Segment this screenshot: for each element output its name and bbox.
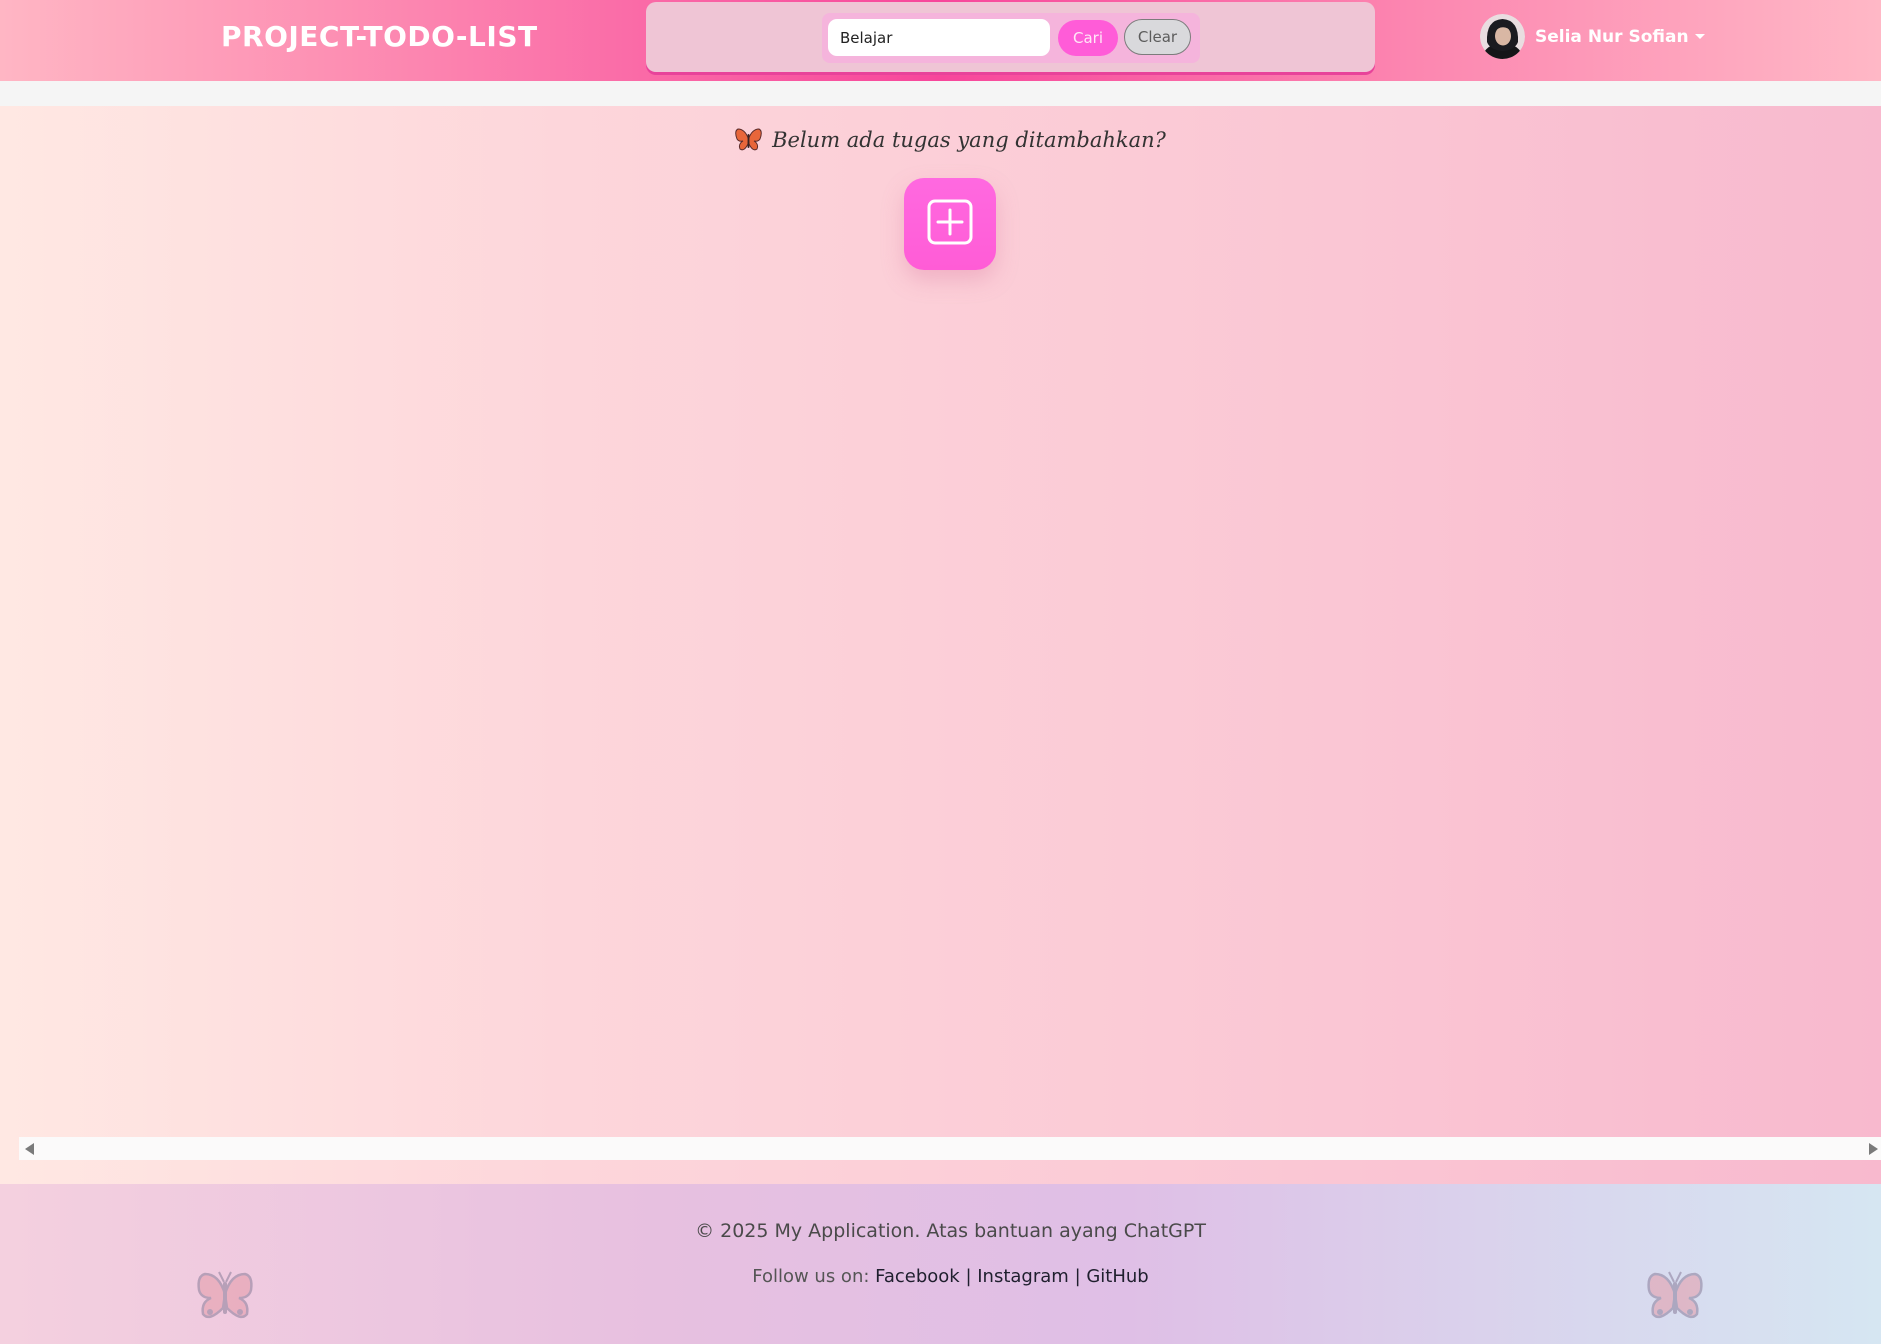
horizontal-scrollbar[interactable] (19, 1137, 1881, 1160)
search-button[interactable]: Cari (1058, 20, 1118, 56)
butterfly-icon (195, 1268, 255, 1328)
brand-title[interactable]: PROJECT-TODO-LIST (221, 17, 538, 57)
caret-down-icon (1694, 34, 1705, 39)
user-menu-toggle[interactable]: Selia Nur Sofian (1480, 14, 1705, 59)
social-links: Follow us on: Facebook | Instagram | Git… (0, 1266, 1881, 1287)
plus-square-icon (926, 198, 974, 250)
facebook-link[interactable]: Facebook (875, 1266, 960, 1287)
main-content: Belum ada tugas yang ditambahkan? (0, 106, 1881, 1184)
butterfly-icon (735, 128, 762, 152)
search-panel: Cari Clear (646, 2, 1375, 72)
butterfly-icon (1645, 1268, 1705, 1328)
empty-state-message: Belum ada tugas yang ditambahkan? (0, 128, 1881, 152)
scroll-right-icon[interactable] (1869, 1143, 1878, 1155)
link-separator: | (965, 1266, 978, 1287)
footer: © 2025 My Application. Atas bantuan ayan… (0, 1184, 1881, 1344)
search-form: Cari Clear (822, 13, 1200, 63)
scroll-left-icon[interactable] (25, 1143, 34, 1155)
copyright-text: © 2025 My Application. Atas bantuan ayan… (695, 1220, 1206, 1242)
empty-state-text: Belum ada tugas yang ditambahkan? (772, 128, 1166, 152)
add-task-button[interactable] (904, 178, 996, 270)
github-link[interactable]: GitHub (1086, 1266, 1148, 1287)
instagram-link[interactable]: Instagram (977, 1266, 1069, 1287)
user-name: Selia Nur Sofian (1535, 26, 1689, 47)
search-input[interactable] (828, 19, 1050, 56)
clear-button[interactable]: Clear (1124, 19, 1191, 55)
subheader-strip (0, 81, 1881, 106)
link-separator: | (1074, 1266, 1087, 1287)
avatar (1480, 14, 1525, 59)
navbar: PROJECT-TODO-LIST Cari Clear Selia Nur S… (0, 0, 1881, 81)
follow-label: Follow us on: (752, 1266, 876, 1287)
